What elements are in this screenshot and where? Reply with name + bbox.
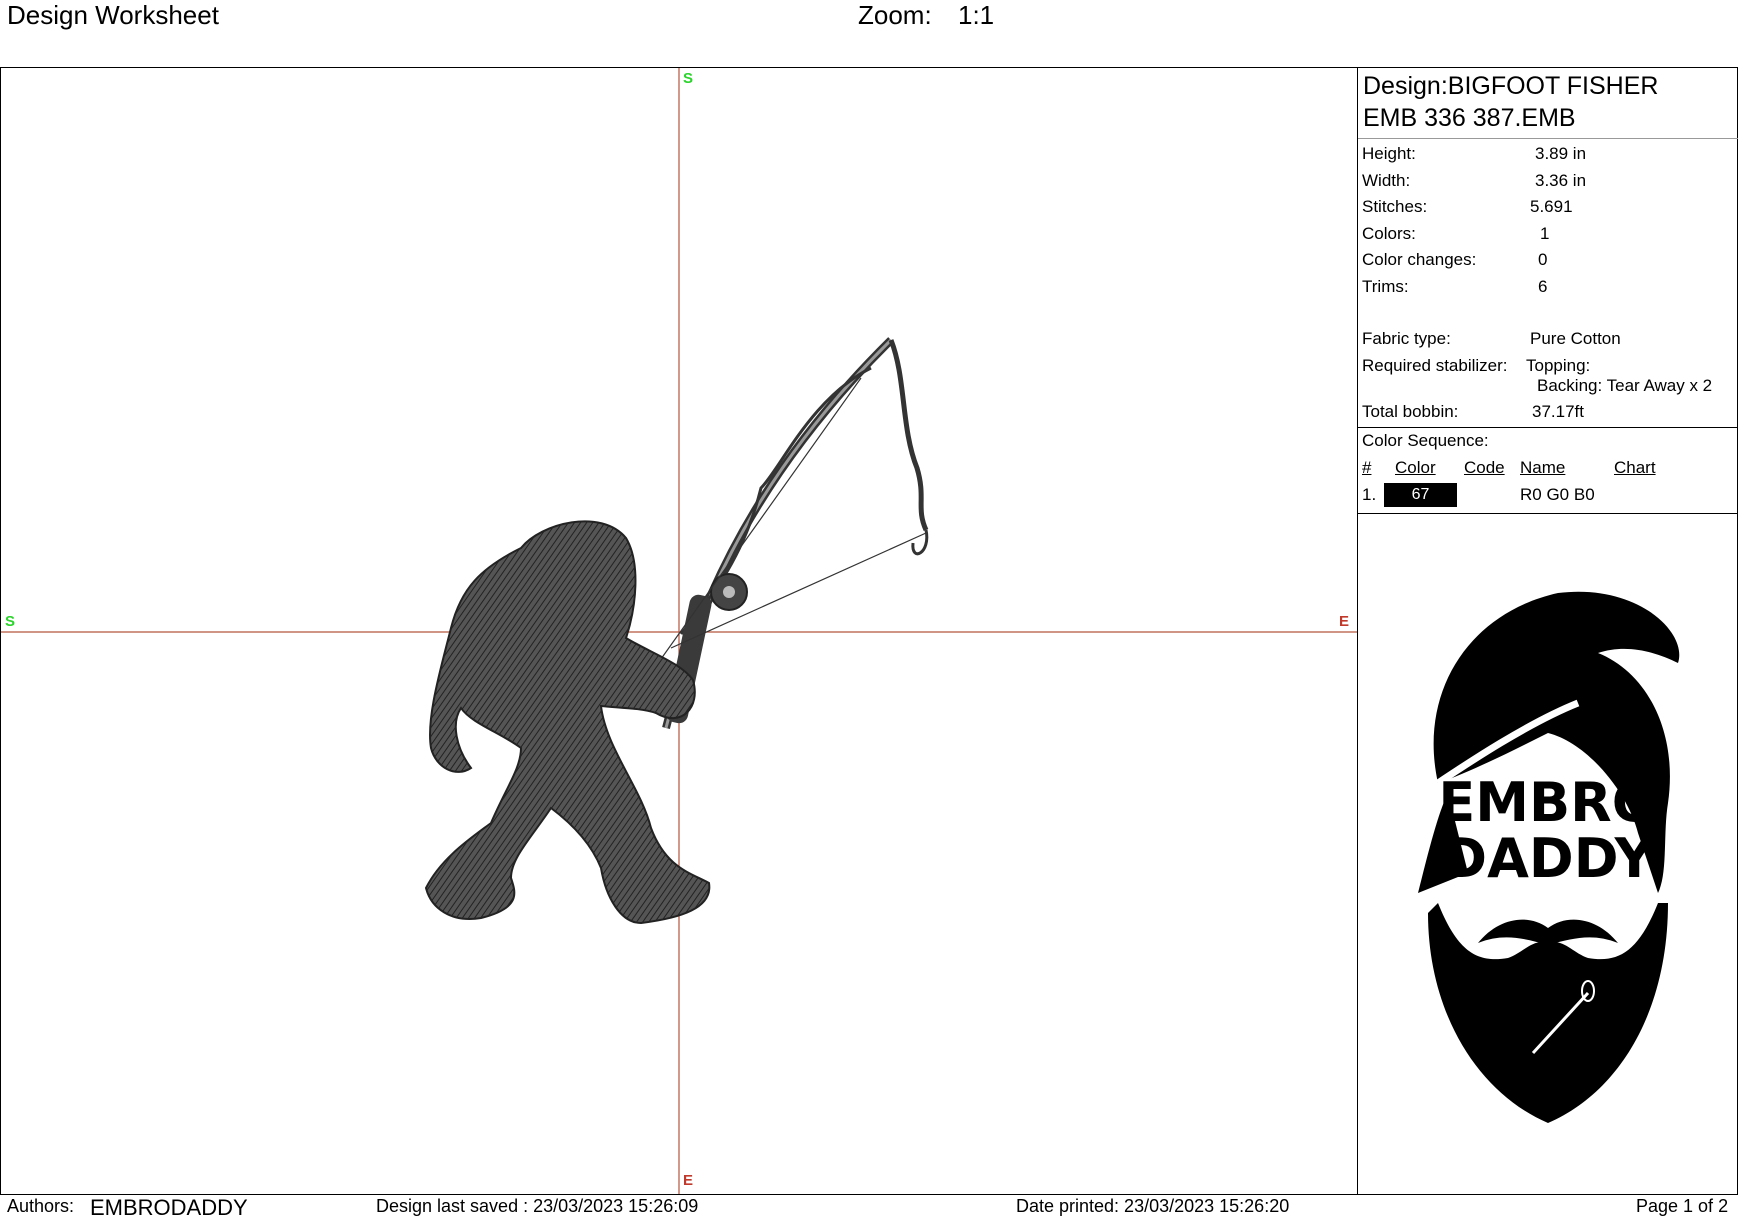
worksheet-sheet: S S E E Design:BIGFOOT FISHER EMB 336 38… — [0, 67, 1738, 1195]
fabric-type: Fabric type: Pure Cotton — [1362, 329, 1621, 348]
design-info-panel: Design:BIGFOOT FISHER EMB 336 387.EMB He… — [1358, 68, 1738, 1194]
design-canvas: S S E E — [1, 68, 1358, 1194]
end-marker-right: E — [1339, 613, 1350, 630]
stabilizer-backing: Backing: Tear Away x 2 — [1537, 375, 1713, 395]
logo-text-line1: EMBRO — [1438, 771, 1657, 834]
worksheet-title: Design Worksheet — [7, 0, 219, 30]
authors-label: Authors: — [7, 1196, 75, 1216]
logo-text-line2: DADDY — [1442, 827, 1654, 890]
color-sequence-title: Color Sequence: — [1362, 431, 1489, 450]
design-name-block: Design:BIGFOOT FISHER EMB 336 387.EMB — [1358, 68, 1738, 139]
page-number: Page 1 of 2 — [1636, 1196, 1729, 1216]
stat-height: Height: 3.89 in — [1362, 144, 1587, 163]
color-sequence-header: # Color Code Name Chart — [1362, 458, 1656, 477]
design-last-saved: Design last saved : 23/03/2023 15:26:09 — [376, 1196, 699, 1216]
start-marker-left: S — [5, 613, 16, 630]
stat-width: Width: 3.36 in — [1362, 170, 1587, 190]
authors-value: EMBRODADDY — [90, 1195, 248, 1220]
end-marker-bottom: E — [683, 1172, 694, 1189]
bearded-man-logo-icon: EMBRO DADDY — [1418, 591, 1680, 1123]
start-marker-top: S — [683, 70, 694, 87]
stat-stitches: Stitches: 5.691 — [1362, 197, 1573, 216]
design-name: Design:BIGFOOT FISHER — [1363, 72, 1659, 100]
color-swatch: 67 — [1384, 483, 1457, 507]
required-stabilizer: Required stabilizer: Topping: — [1362, 355, 1591, 375]
stat-trims: Trims: 6 — [1362, 276, 1548, 296]
stat-color-changes: Color changes: 0 — [1362, 250, 1548, 269]
stat-colors: Colors: 1 — [1362, 223, 1550, 243]
color-sequence-row: 1. 67 R0 G0 B0 — [1358, 481, 1738, 509]
design-stats: Height: 3.89 in Width: 3.36 in Stitches: 5.… — [1358, 139, 1738, 425]
zoom-label: Zoom: — [858, 0, 932, 30]
date-printed: Date printed: 23/03/2023 15:26:20 — [1016, 1196, 1290, 1216]
zoom-value: 1:1 — [958, 0, 995, 30]
total-bobbin: Total bobbin: 37.17ft — [1362, 401, 1584, 421]
design-file: EMB 336 387.EMB — [1363, 104, 1576, 132]
